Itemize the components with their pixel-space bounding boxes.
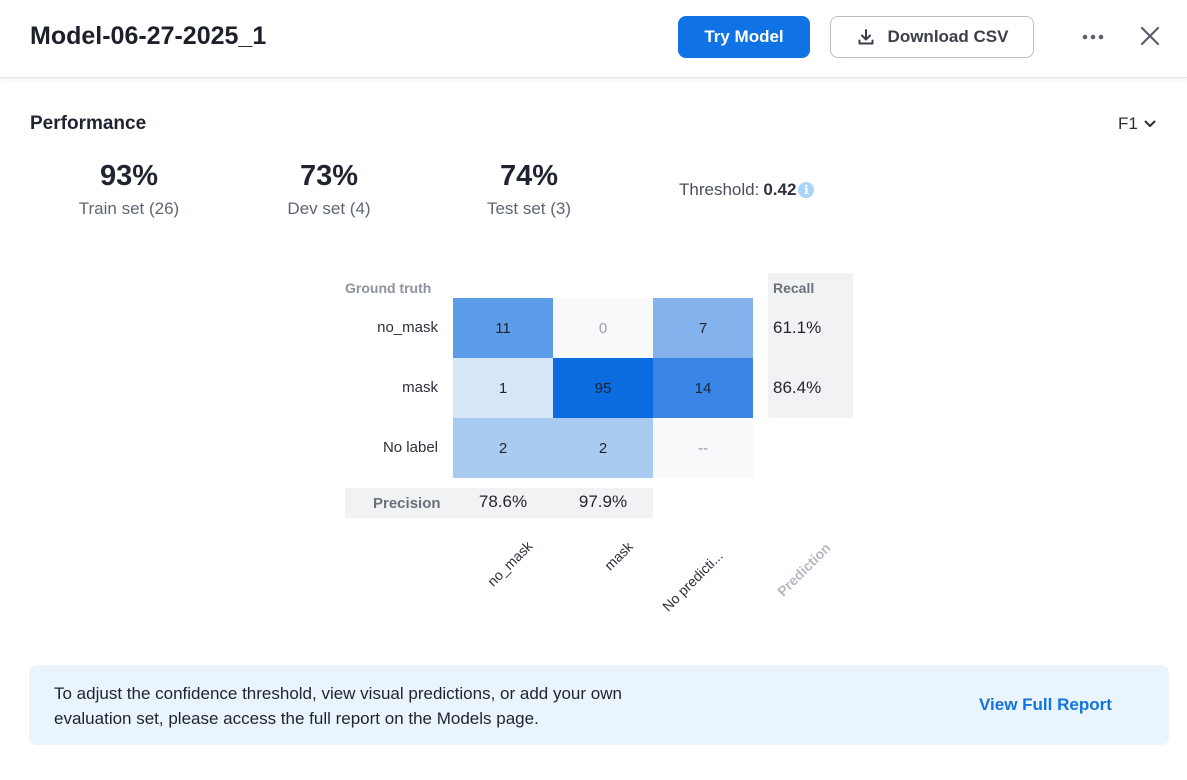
dev-set-stat: 73% Dev set (4) bbox=[249, 160, 409, 219]
close-icon bbox=[1140, 26, 1160, 46]
test-set-stat: 74% Test set (3) bbox=[449, 160, 609, 219]
banner-text: To adjust the confidence threshold, view… bbox=[54, 684, 622, 728]
prediction-axis-label: Prediction bbox=[774, 539, 834, 600]
column-label-mask: mask bbox=[601, 538, 636, 574]
matrix-cell[interactable]: 0 bbox=[553, 298, 653, 358]
matrix-cell[interactable]: 95 bbox=[553, 358, 653, 418]
precision-label: Precision bbox=[373, 495, 441, 512]
download-csv-button[interactable]: Download CSV bbox=[830, 16, 1034, 58]
matrix-cell[interactable]: 14 bbox=[653, 358, 753, 418]
train-set-label: Train set (26) bbox=[78, 199, 180, 218]
recall-value-no-mask: 61.1% bbox=[773, 318, 822, 337]
try-model-button[interactable]: Try Model bbox=[678, 16, 810, 58]
matrix-cell[interactable]: -- bbox=[653, 418, 753, 478]
precision-value-mask: 97.9% bbox=[578, 492, 628, 511]
row-label-no-mask: no_mask bbox=[377, 319, 438, 336]
metric-dropdown[interactable]: F1 bbox=[1118, 112, 1166, 136]
view-full-report-link[interactable]: View Full Report bbox=[979, 695, 1112, 715]
threshold-value: 0.42 bbox=[763, 180, 797, 199]
row-label-mask: mask bbox=[402, 379, 438, 396]
close-button[interactable] bbox=[1136, 22, 1164, 50]
column-label-no-mask: no_mask bbox=[484, 537, 536, 590]
more-icon bbox=[1082, 34, 1104, 40]
dev-set-label: Dev set (4) bbox=[287, 199, 371, 218]
test-set-value: 74% bbox=[499, 160, 559, 192]
info-banner: To adjust the confidence threshold, view… bbox=[29, 665, 1169, 745]
dev-set-value: 73% bbox=[299, 160, 359, 192]
matrix-cell[interactable]: 7 bbox=[653, 298, 753, 358]
chevron-down-icon bbox=[1144, 120, 1156, 127]
threshold-label: Threshold: bbox=[679, 180, 760, 199]
row-label-no-label: No label bbox=[382, 439, 438, 456]
matrix-cell[interactable]: 2 bbox=[453, 418, 553, 478]
test-set-label: Test set (3) bbox=[486, 199, 572, 218]
train-set-stat: 93% Train set (26) bbox=[49, 160, 209, 219]
metric-value: F1 bbox=[1118, 114, 1138, 133]
recall-label: Recall bbox=[773, 280, 815, 296]
performance-title: Performance bbox=[30, 113, 147, 134]
more-options-button[interactable] bbox=[1076, 24, 1110, 50]
column-label-no-prediction: No predicti... bbox=[659, 547, 726, 615]
download-icon bbox=[858, 29, 874, 45]
threshold: Threshold: 0.42 i bbox=[679, 180, 815, 200]
modal-header: Model-06-27-2025_1 Try Model Download CS… bbox=[0, 0, 1187, 78]
matrix-cell[interactable]: 1 bbox=[453, 358, 553, 418]
model-title: Model-06-27-2025_1 bbox=[30, 22, 267, 50]
ground-truth-label: Ground truth bbox=[345, 280, 432, 296]
matrix-cell[interactable]: 2 bbox=[553, 418, 653, 478]
precision-value-no-mask: 78.6% bbox=[478, 492, 528, 511]
download-csv-label: Download CSV bbox=[887, 27, 1009, 46]
recall-value-mask: 86.4% bbox=[773, 378, 822, 397]
info-icon[interactable]: i bbox=[798, 182, 815, 198]
train-set-value: 93% bbox=[99, 160, 159, 192]
matrix-cell[interactable]: 11 bbox=[453, 298, 553, 358]
